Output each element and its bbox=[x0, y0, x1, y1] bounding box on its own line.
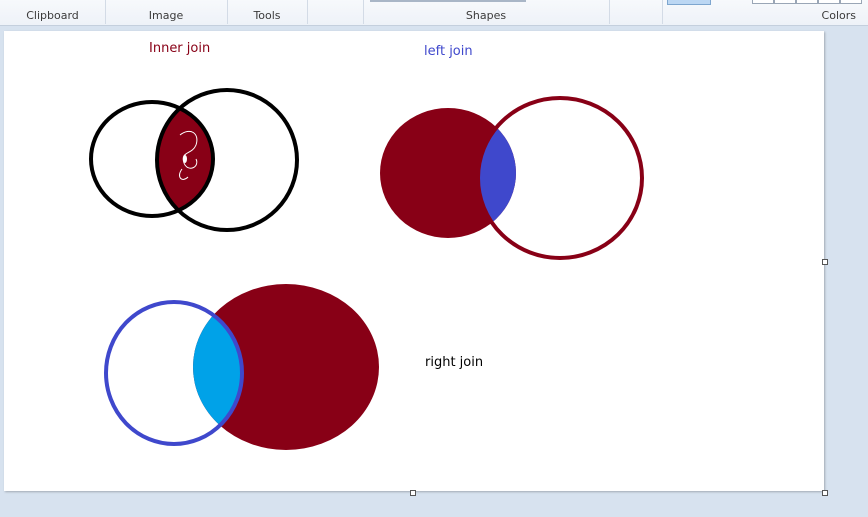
left-join-label: left join bbox=[424, 44, 473, 59]
right-join-diagram bbox=[104, 284, 379, 450]
shapes-group-label: Shapes bbox=[465, 9, 507, 22]
clipboard-group-label: Clipboard bbox=[26, 9, 79, 22]
shapes-group[interactable]: Shapes bbox=[363, 0, 610, 24]
tools-group-label: Tools bbox=[253, 9, 281, 22]
inner-join-diagram bbox=[89, 88, 299, 232]
ribbon: Clipboard Image Tools Shapes Colors bbox=[0, 0, 868, 26]
inner-join-highlight bbox=[183, 155, 187, 163]
canvas-resize-handle-corner[interactable] bbox=[822, 490, 828, 496]
shapes-gallery[interactable] bbox=[370, 0, 526, 2]
colors-group[interactable]: Colors bbox=[662, 0, 868, 24]
clipboard-group[interactable]: Clipboard bbox=[0, 0, 106, 24]
inner-join-label: Inner join bbox=[149, 41, 211, 56]
paint-window: Clipboard Image Tools Shapes Colors Inne… bbox=[0, 0, 868, 517]
ribbon-spacer-group bbox=[307, 0, 364, 24]
canvas-resize-handle-bottom[interactable] bbox=[410, 490, 416, 496]
canvas-workspace[interactable]: Inner join left join right join bbox=[0, 26, 868, 517]
right-join-label: right join bbox=[425, 355, 484, 370]
canvas-resize-handle-right[interactable] bbox=[822, 259, 828, 265]
venn-diagrams bbox=[89, 88, 644, 450]
image-group-label: Image bbox=[148, 9, 184, 22]
colors-group-label: Colors bbox=[821, 9, 856, 22]
image-group[interactable]: Image bbox=[105, 0, 228, 24]
size-group[interactable] bbox=[609, 0, 663, 24]
left-join-diagram bbox=[380, 96, 644, 260]
tools-group[interactable]: Tools bbox=[227, 0, 308, 24]
drawing-canvas[interactable]: Inner join left join right join bbox=[4, 31, 824, 491]
